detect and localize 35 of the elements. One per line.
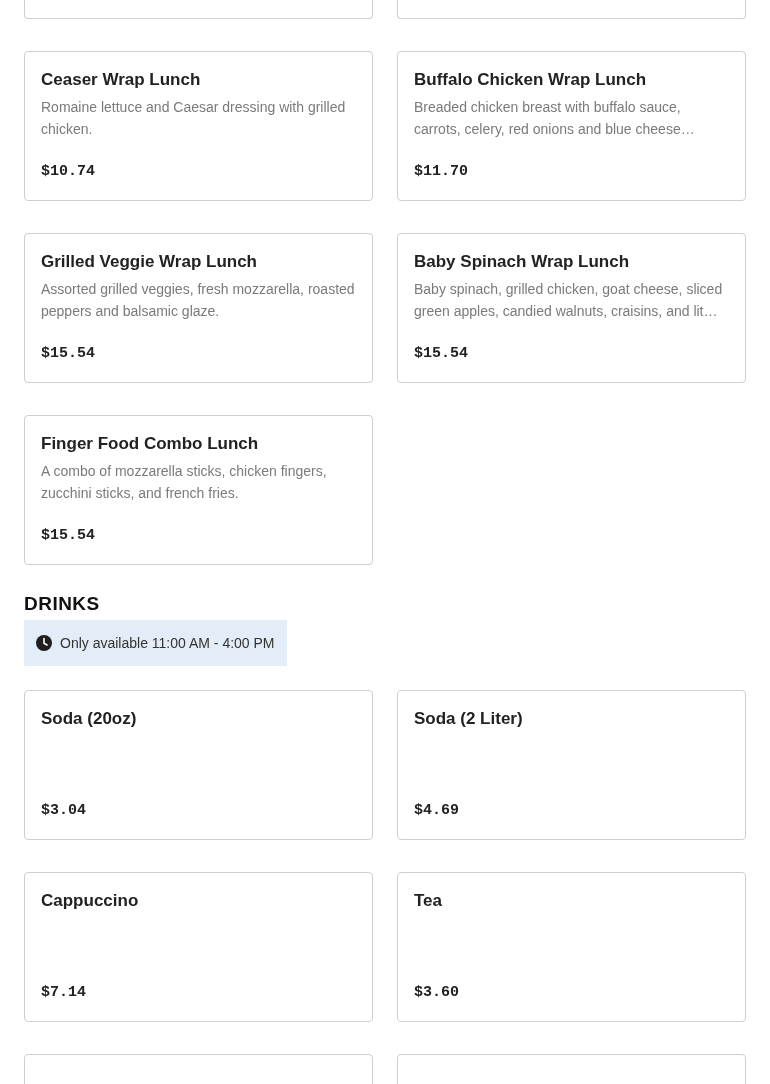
item-name: Baby Spinach Wrap Lunch [414, 251, 631, 273]
item-price: $15.54 [414, 343, 468, 364]
item-description: A combo of mozzarella sticks, chicken fingers, zucchini sticks, and french fries. [41, 462, 328, 503]
item-price: $3.04 [41, 800, 86, 821]
menu-item-card[interactable]: Soda (20oz) $3.04 [24, 690, 373, 840]
item-name: Soda (20oz) [41, 708, 138, 730]
item-description: Breaded chicken breast with buffalo sauce, carrots, celery, red onions and blue cheese… [414, 98, 696, 139]
item-name: Cappuccino [41, 890, 140, 912]
item-description: Baby spinach, grilled chicken, goat cheese, sliced green apples, candied walnuts, craisins, and lit… [414, 280, 724, 321]
menu-item-card[interactable]: Baby Spinach Wrap Lunch Baby spinach, grilled chicken, goat cheese, sliced green apples, candied walnuts, craisins, and lit… $15.54 [397, 233, 746, 383]
clock-icon [36, 635, 52, 651]
item-price: $3.60 [414, 982, 459, 1003]
availability-text: Only available 11:00 AM - 4:00 PM [60, 633, 275, 653]
item-price: $15.54 [41, 525, 95, 546]
item-name: Buffalo Chicken Wrap Lunch [414, 69, 648, 91]
item-price: $7.14 [41, 982, 86, 1003]
item-name: Finger Food Combo Lunch [41, 433, 260, 455]
menu-item-card[interactable]: Soda (2 Liter) $4.69 [397, 690, 746, 840]
menu-item-card[interactable]: Tea $3.60 [397, 872, 746, 1022]
section-heading: DRINKS [24, 593, 101, 615]
menu-item-card[interactable]: Buffalo Chicken Wrap Lunch Breaded chicken breast with buffalo sauce, carrots, celery, red onions and blue cheese… $11.70 [397, 51, 746, 201]
item-name: Grilled Veggie Wrap Lunch [41, 251, 258, 273]
item-price: $15.54 [41, 343, 95, 364]
item-description: Romaine lettuce and Caesar dressing with grilled chicken. [41, 98, 347, 139]
menu-item-card[interactable]: Cappuccino $7.14 [24, 872, 373, 1022]
item-price: $11.70 [414, 161, 468, 182]
item-name: Ceaser Wrap Lunch [41, 69, 202, 91]
menu-item-card[interactable]: Grilled Veggie Wrap Lunch Assorted grilled veggies, fresh mozzarella, roasted peppers and balsamic glaze. $15.54 [24, 233, 373, 383]
menu-item-card[interactable]: Finger Food Combo Lunch A combo of mozzarella sticks, chicken fingers, zucchini sticks, and french fries. $15.54 [24, 415, 373, 565]
item-name: Soda (2 Liter) [414, 708, 524, 730]
item-name: Tea [414, 890, 444, 912]
item-price: $4.69 [414, 800, 459, 821]
item-description: Assorted grilled veggies, fresh mozzarella, roasted peppers and balsamic glaze. [41, 280, 356, 321]
menu-item-card[interactable]: Ceaser Wrap Lunch Romaine lettuce and Caesar dressing with grilled chicken. $10.74 [24, 51, 373, 201]
item-price: $10.74 [41, 161, 95, 182]
